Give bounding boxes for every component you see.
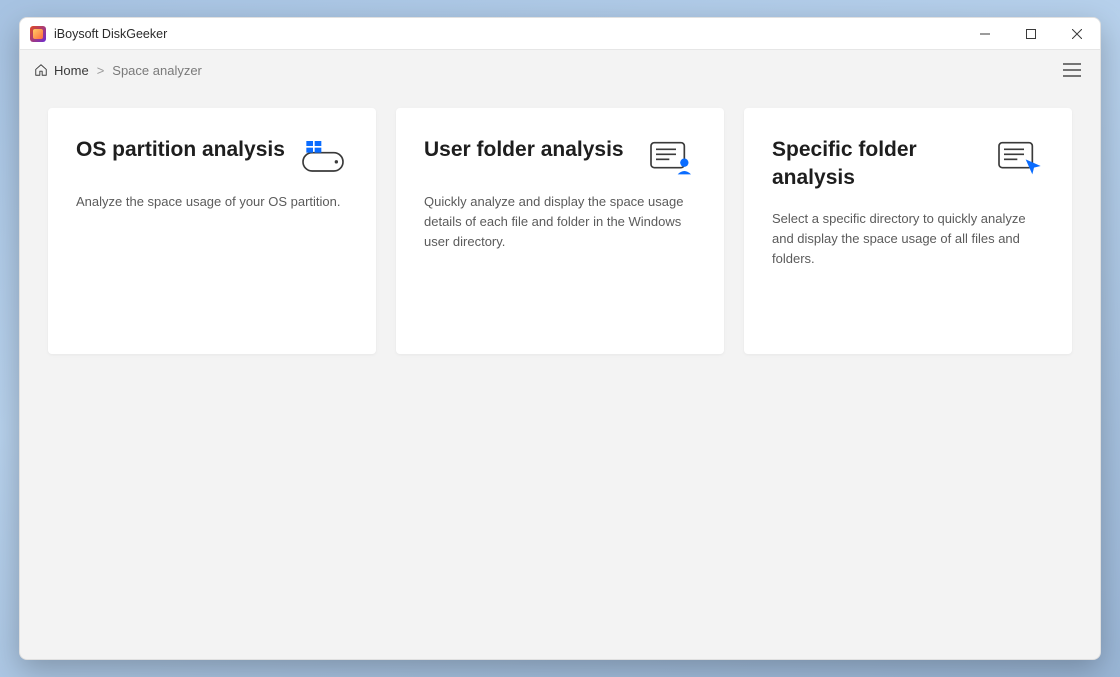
card-header: OS partition analysis <box>76 136 348 176</box>
home-icon <box>34 63 48 77</box>
card-description: Quickly analyze and display the space us… <box>424 192 696 252</box>
maximize-icon <box>1026 29 1036 39</box>
folder-cursor-icon <box>994 136 1044 176</box>
breadcrumb-home[interactable]: Home <box>34 63 89 78</box>
breadcrumb-home-label: Home <box>54 63 89 78</box>
folder-user-icon <box>646 136 696 176</box>
titlebar-left: iBoysoft DiskGeeker <box>30 26 167 42</box>
breadcrumb: Home > Space analyzer <box>34 63 202 78</box>
app-window: iBoysoft DiskGeeker Home > Space analy <box>19 17 1101 660</box>
content-area: OS partition analysis <box>20 90 1100 659</box>
titlebar: iBoysoft DiskGeeker <box>20 18 1100 50</box>
drive-windows-icon <box>298 136 348 176</box>
menu-button[interactable] <box>1058 56 1086 84</box>
card-row: OS partition analysis <box>48 108 1072 354</box>
minimize-icon <box>980 29 990 39</box>
breadcrumb-separator: > <box>97 63 105 78</box>
card-description: Select a specific directory to quickly a… <box>772 209 1044 269</box>
app-logo-icon <box>30 26 46 42</box>
app-title: iBoysoft DiskGeeker <box>54 27 167 41</box>
card-title: User folder analysis <box>424 136 624 164</box>
card-title: Specific folder analysis <box>772 136 984 193</box>
minimize-button[interactable] <box>962 18 1008 50</box>
card-header: Specific folder analysis <box>772 136 1044 193</box>
card-user-folder[interactable]: User folder analysis <box>396 108 724 354</box>
card-specific-folder[interactable]: Specific folder analysis Select a specif… <box>744 108 1072 354</box>
card-header: User folder analysis <box>424 136 696 176</box>
window-controls <box>962 18 1100 50</box>
card-description: Analyze the space usage of your OS parti… <box>76 192 348 212</box>
close-button[interactable] <box>1054 18 1100 50</box>
hamburger-icon <box>1063 63 1081 77</box>
maximize-button[interactable] <box>1008 18 1054 50</box>
card-title: OS partition analysis <box>76 136 285 164</box>
breadcrumb-bar: Home > Space analyzer <box>20 50 1100 90</box>
breadcrumb-current: Space analyzer <box>112 63 202 78</box>
close-icon <box>1072 29 1082 39</box>
card-os-partition[interactable]: OS partition analysis <box>48 108 376 354</box>
